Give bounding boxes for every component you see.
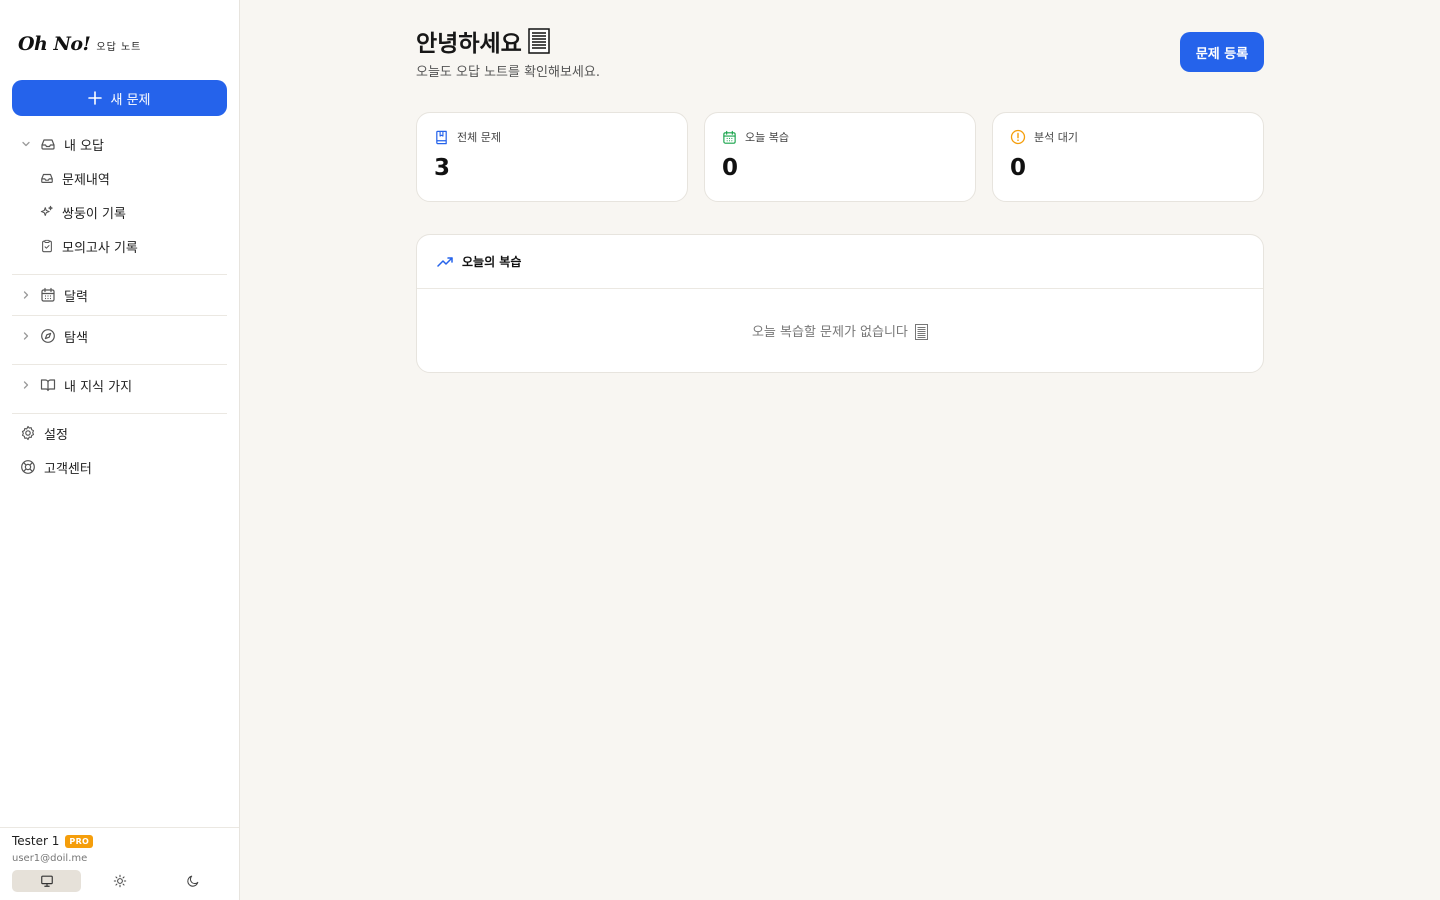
monitor-icon xyxy=(40,874,54,888)
nav-my-wrong-label: 내 오답 xyxy=(64,138,105,154)
theme-light-button[interactable] xyxy=(85,870,154,892)
nav-explore-label: 탐색 xyxy=(64,330,88,346)
sparkles-icon xyxy=(40,205,54,219)
nav-explore[interactable]: 탐색 xyxy=(12,321,227,351)
user-panel: Tester 1 PRO user1@doil.me xyxy=(0,827,239,900)
stat-card-total[interactable]: 전체 문제 3 xyxy=(416,112,688,202)
inbox-icon xyxy=(40,136,56,152)
trending-up-icon xyxy=(437,256,454,268)
sidebar-item-label: 모의고사 기록 xyxy=(62,240,138,256)
theme-system-button[interactable] xyxy=(12,870,81,892)
divider xyxy=(12,274,227,275)
page-title: 안녕하세요 xyxy=(416,24,550,58)
review-title: 오늘의 복습 xyxy=(462,255,522,269)
alert-circle-icon xyxy=(1010,129,1026,145)
stat-header: 오늘 복습 xyxy=(722,129,789,145)
review-header: 오늘의 복습 xyxy=(437,253,521,270)
theme-dark-button[interactable] xyxy=(158,870,227,892)
stat-label: 오늘 복습 xyxy=(745,131,789,144)
wave-emoji-icon xyxy=(528,28,550,54)
new-problem-label: 새 문제 xyxy=(110,92,151,108)
logo-title: Oh No! xyxy=(18,33,91,55)
user-name: Tester 1 xyxy=(12,834,60,848)
book-open-icon xyxy=(40,377,56,393)
sidebar-item-history[interactable]: 문제내역 xyxy=(40,164,110,192)
nav-calendar[interactable]: 달력 xyxy=(12,280,227,310)
chevron-down-icon xyxy=(21,139,31,149)
sidebar-item-mock-exam[interactable]: 모의고사 기록 xyxy=(40,232,138,260)
divider xyxy=(12,364,227,365)
stat-header: 분석 대기 xyxy=(1010,129,1078,145)
chevron-right-icon xyxy=(21,331,31,341)
clipboard-check-icon xyxy=(40,239,54,253)
compass-icon xyxy=(40,328,56,344)
nav-settings[interactable]: 설정 xyxy=(20,419,68,447)
divider xyxy=(417,288,1263,289)
book-bookmark-icon xyxy=(434,130,449,145)
stat-card-today-review[interactable]: 오늘 복습 0 xyxy=(704,112,976,202)
nav-my-wrong[interactable]: 내 오답 xyxy=(12,129,227,159)
inbox-icon xyxy=(40,171,54,185)
sidebar-item-label: 쌍둥이 기록 xyxy=(62,206,126,222)
stat-value: 0 xyxy=(722,155,739,181)
nav-settings-label: 설정 xyxy=(44,427,68,443)
life-buoy-icon xyxy=(20,459,36,475)
divider xyxy=(12,413,227,414)
stat-value: 0 xyxy=(1010,155,1027,181)
new-problem-button[interactable]: 새 문제 xyxy=(12,80,227,116)
pro-badge: PRO xyxy=(65,834,94,848)
chevron-right-icon xyxy=(21,380,31,390)
stat-header: 전체 문제 xyxy=(434,129,501,145)
user-email: user1@doil.me xyxy=(12,853,88,864)
sidebar-item-label: 문제내역 xyxy=(62,172,110,188)
stat-label: 분석 대기 xyxy=(1034,131,1078,144)
calendar-icon xyxy=(40,287,56,303)
emoji-icon xyxy=(915,324,929,341)
greeting-text: 안녕하세요 xyxy=(416,31,522,57)
nav-support-label: 고객센터 xyxy=(44,461,92,477)
sidebar: Oh No! 오답 노트 새 문제 내 오답 문제내역 쌍둥이 기록 모의고사 … xyxy=(0,0,240,900)
user-name-row[interactable]: Tester 1 PRO xyxy=(12,834,94,848)
gear-icon xyxy=(20,425,36,441)
sidebar-item-twin[interactable]: 쌍둥이 기록 xyxy=(40,198,126,226)
empty-state-text: 오늘 복습할 문제가 없습니다 xyxy=(751,325,908,340)
moon-icon xyxy=(186,874,200,888)
plus-icon xyxy=(88,91,103,105)
theme-switcher xyxy=(12,870,231,892)
stat-value: 3 xyxy=(434,155,451,181)
stat-card-pending-analysis[interactable]: 분석 대기 0 xyxy=(992,112,1264,202)
nav-calendar-label: 달력 xyxy=(64,289,88,305)
calendar-icon xyxy=(722,130,737,145)
stat-label: 전체 문제 xyxy=(457,131,501,144)
today-review-card: 오늘의 복습 오늘 복습할 문제가 없습니다 xyxy=(416,234,1264,373)
page-subtitle: 오늘도 오답 노트를 확인해보세요. xyxy=(416,65,600,80)
nav-knowledge-label: 내 지식 가지 xyxy=(64,379,133,395)
chevron-right-icon xyxy=(21,290,31,300)
empty-state: 오늘 복습할 문제가 없습니다 xyxy=(417,321,1263,341)
app-logo[interactable]: Oh No! 오답 노트 xyxy=(18,33,141,55)
divider xyxy=(12,315,227,316)
register-problem-button[interactable]: 문제 등록 xyxy=(1180,32,1264,72)
sun-icon xyxy=(113,874,127,888)
nav-support[interactable]: 고객센터 xyxy=(20,453,92,481)
nav-knowledge[interactable]: 내 지식 가지 xyxy=(12,370,227,400)
logo-subtitle: 오답 노트 xyxy=(96,42,142,53)
